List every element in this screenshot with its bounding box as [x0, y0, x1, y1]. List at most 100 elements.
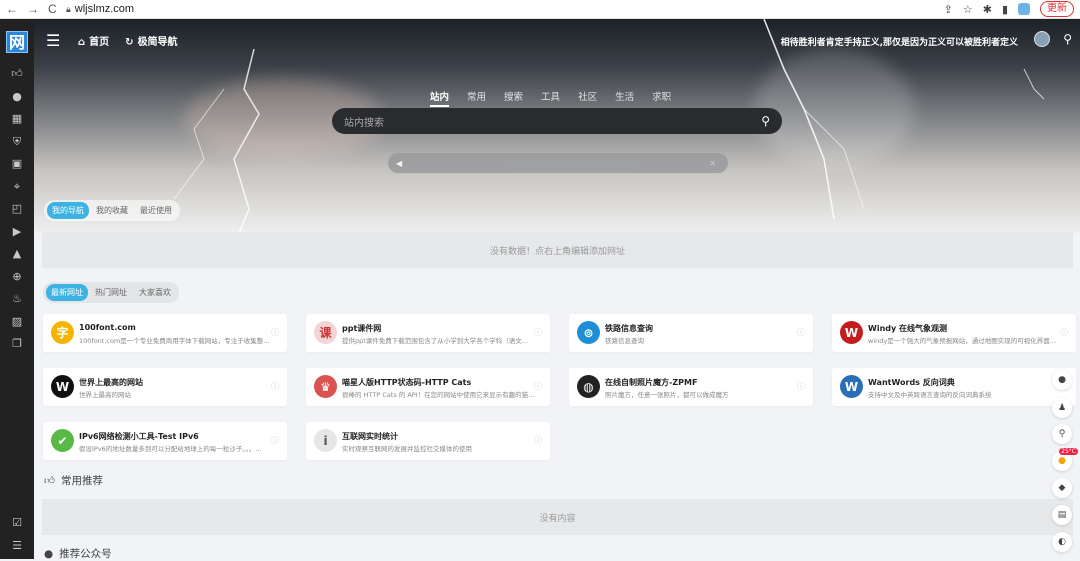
- tab-life[interactable]: 生活: [615, 89, 634, 107]
- crosshair-icon[interactable]: ⌖: [0, 176, 34, 199]
- site-icon: W: [840, 375, 863, 398]
- info-icon[interactable]: ⓘ: [534, 381, 542, 392]
- info-icon[interactable]: ⓘ: [534, 327, 542, 338]
- site-icon: W: [840, 321, 863, 344]
- site-card[interactable]: 字 100font.com 100font.com是一个专业免费商用字体下载网站，专…: [43, 314, 287, 352]
- info-icon[interactable]: ⓘ: [1060, 327, 1068, 338]
- site-card[interactable]: WWantWords 反向词典支持中文及中英跨语言查询的反向词典系统ⓘ: [832, 368, 1076, 406]
- speaker-icon[interactable]: ◀: [396, 159, 402, 168]
- sidebar: 网 👍︎ ● ▦ ⛨ ▣ ⌖ ◰ ▶ ▲ ⊕ ♨ ▨ ❐ ☑ ☰: [0, 19, 34, 559]
- site-card[interactable]: i 互联网实时统计 实时观察互联网的发展并监控社交媒体的使用 ⓘ: [306, 422, 550, 460]
- dark-mode-float-icon[interactable]: ◐: [1052, 532, 1072, 552]
- site-icon: ✔: [51, 429, 74, 452]
- site-logo[interactable]: 网: [6, 31, 28, 53]
- wechat-float-icon[interactable]: ●: [1052, 370, 1072, 390]
- site-card[interactable]: W Windy 在线气象观测 windy是一个强大的气象预报网站，通过地图实现的可视…: [832, 314, 1076, 352]
- search-icon[interactable]: ⚲: [1063, 32, 1072, 46]
- qq-float-icon[interactable]: ♟: [1052, 398, 1072, 418]
- calendar-icon[interactable]: ▣: [0, 153, 34, 176]
- tab-site[interactable]: 站内: [430, 89, 450, 107]
- site-icon: ♛: [314, 375, 337, 398]
- chart-icon[interactable]: ◰: [0, 198, 34, 221]
- tab-popular[interactable]: 热门网址: [90, 284, 132, 301]
- copy-icon[interactable]: ❐: [0, 333, 34, 356]
- checklist-icon[interactable]: ☑: [0, 512, 34, 535]
- info-icon[interactable]: ⓘ: [797, 381, 805, 392]
- extensions-icon[interactable]: ✱: [983, 3, 992, 16]
- back-icon[interactable]: ←: [6, 2, 18, 16]
- my-nav-tabs: 我的导航 我的收藏 最近使用: [44, 200, 180, 221]
- refresh-icon: ↻: [125, 36, 134, 48]
- nav-home-label: 首页: [89, 36, 110, 48]
- nav-minimal-label: 极简导航: [137, 36, 178, 48]
- share-icon[interactable]: ⇪: [944, 3, 953, 16]
- address-bar[interactable]: wljslmz.com: [75, 3, 134, 15]
- tab-common[interactable]: 常用: [467, 89, 486, 107]
- play-icon[interactable]: ▶: [0, 221, 34, 244]
- grid-icon[interactable]: ▦: [0, 108, 34, 131]
- tab-favorites[interactable]: 我的收藏: [91, 202, 133, 219]
- site-title: 在线自制照片魔方-ZPMF: [605, 378, 698, 387]
- avatar[interactable]: [1034, 31, 1050, 47]
- site-description: 世界上最高的网站: [79, 391, 131, 399]
- star-icon[interactable]: ☆: [963, 3, 973, 16]
- site-description: 提供ppt课件免费下载范围包含了从小学到大学各个学科（语文...: [342, 337, 528, 345]
- gamepad-icon[interactable]: ⊕: [0, 266, 34, 289]
- info-icon[interactable]: ⓘ: [534, 435, 542, 446]
- tab-liked[interactable]: 大家喜欢: [134, 284, 176, 301]
- graduation-cap-icon[interactable]: ▲: [0, 243, 34, 266]
- nav-minimal[interactable]: ↻ 极简导航: [125, 33, 177, 48]
- tab-community[interactable]: 社区: [578, 89, 597, 107]
- menu-icon[interactable]: ☰: [46, 31, 64, 50]
- lock-icon: 🔒︎: [66, 3, 71, 14]
- site-description: 铁路信息查询: [605, 337, 644, 345]
- common-title: 常用推荐: [60, 475, 103, 487]
- site-icon: 课: [314, 321, 337, 344]
- site-card[interactable]: ✔ IPv6网络检测小工具-Test IPv6 假设IPv6的地址数量多到可以分配给…: [43, 422, 287, 460]
- wechat-icon[interactable]: ●: [0, 86, 34, 109]
- site-card[interactable]: ♛ 喵星人版HTTP状态码-HTTP Cats 很棒的 HTTP Cats 的 AP…: [306, 368, 550, 406]
- forward-icon[interactable]: →: [27, 2, 39, 16]
- site-card[interactable]: W 世界上最高的网站 世界上最高的网站 ⓘ: [43, 368, 287, 406]
- nav-home[interactable]: ⌂ 首页: [78, 33, 109, 48]
- list-float-icon[interactable]: ▤: [1052, 505, 1072, 525]
- tab-latest[interactable]: 最新网址: [46, 284, 88, 301]
- thumbs-up-icon[interactable]: 👍︎: [0, 63, 34, 86]
- update-button[interactable]: 更新: [1040, 1, 1074, 17]
- info-icon[interactable]: ⓘ: [271, 435, 279, 446]
- site-title: WantWords 反向词典: [868, 378, 955, 387]
- info-icon[interactable]: ⓘ: [271, 381, 279, 392]
- site-title: 100font.com: [79, 323, 136, 332]
- common-empty: 没有内容: [42, 499, 1073, 535]
- shield-icon[interactable]: ⛨: [0, 131, 34, 154]
- close-icon[interactable]: ✕: [709, 159, 716, 168]
- tab-search[interactable]: 搜索: [504, 89, 523, 107]
- search-placeholder: 站内搜索: [344, 117, 384, 129]
- reload-icon[interactable]: C: [48, 2, 57, 16]
- tab-my-nav[interactable]: 我的导航: [47, 202, 89, 219]
- image-icon[interactable]: ▨: [0, 311, 34, 334]
- weather-temp: 25°C: [1059, 448, 1078, 455]
- lightbulb-icon[interactable]: ♨: [0, 288, 34, 311]
- site-icon: W: [51, 375, 74, 398]
- tag-float-icon[interactable]: ◆: [1052, 478, 1072, 498]
- site-card[interactable]: ◍ 在线自制照片魔方-ZPMF 照片魔方，任意一张照片，都可以做成魔方 ⓘ: [569, 368, 813, 406]
- site-icon: ◍: [577, 375, 600, 398]
- search-float-icon[interactable]: ⚲: [1052, 424, 1072, 444]
- extension-icon[interactable]: [1018, 3, 1030, 15]
- list-icon[interactable]: ☰: [0, 535, 34, 558]
- info-icon[interactable]: ⓘ: [271, 327, 279, 338]
- tab-jobs[interactable]: 求职: [652, 89, 671, 107]
- tab-tools[interactable]: 工具: [541, 89, 560, 107]
- audio-player[interactable]: ◀ ✕: [388, 153, 728, 173]
- search-input[interactable]: 站内搜索 ⚲: [332, 108, 782, 134]
- site-card[interactable]: ⊚ 铁路信息查询 铁路信息查询 ⓘ: [569, 314, 813, 352]
- search-submit-icon[interactable]: ⚲: [761, 114, 770, 128]
- browser-toolbar: ← → C 🔒︎ wljslmz.com ⇪ ☆ ✱ ▮ 更新: [0, 0, 1080, 19]
- site-card[interactable]: 课 ppt课件网 提供ppt课件免费下载范围包含了从小学到大学各个学科（语文... ⓘ: [306, 314, 550, 352]
- info-icon[interactable]: ⓘ: [797, 327, 805, 338]
- site-description: 实时观察互联网的发展并监控社交媒体的使用: [342, 445, 472, 453]
- site-description: 100font.com是一个专业免费商用字体下载网站，专注于收集整...: [79, 337, 270, 345]
- tab-recent[interactable]: 最近使用: [135, 202, 177, 219]
- sidepanel-icon[interactable]: ▮: [1002, 3, 1008, 16]
